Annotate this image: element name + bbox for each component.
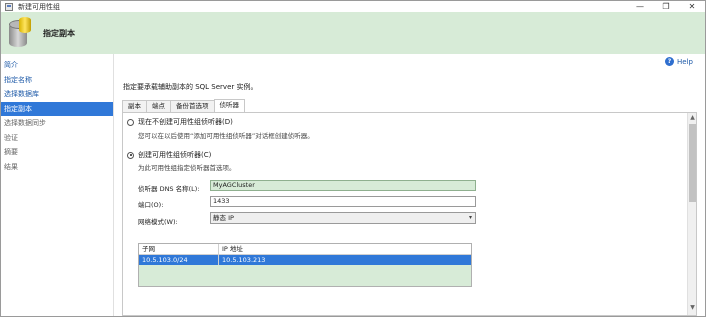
no-listener-option[interactable]: 现在不创建可用性组侦听器(D)	[127, 117, 233, 127]
column-header-ip: IP 地址	[222, 245, 243, 253]
tab-endpoints[interactable]: 端点	[146, 100, 171, 112]
sidebar-item-databases[interactable]: 选择数据库	[1, 87, 113, 102]
scroll-up-icon[interactable]: ▲	[689, 115, 696, 121]
dialog-window: 新建可用性组 — ❐ ✕ 指定副本 简介 指定名称 选择数据库 指定副本 选择数…	[0, 0, 706, 317]
main-content: ? Help 指定要承载辅助副本的 SQL Server 实例。 副本 端点 备…	[115, 54, 705, 316]
scroll-down-icon[interactable]: ▼	[689, 305, 696, 311]
help-icon: ?	[665, 57, 675, 66]
column-header-subnet: 子网	[139, 244, 219, 254]
no-listener-radio[interactable]	[127, 118, 134, 126]
help-label: Help	[677, 57, 693, 66]
listener-panel: 现在不创建可用性组侦听器(D) 您可以在以后使用“添加可用性组侦听器”对话框创建…	[122, 112, 697, 316]
scroll-thumb[interactable]	[689, 124, 696, 202]
ip-address-grid[interactable]: 子网 IP 地址 10.5.103.0/24 10.5.103.213	[138, 243, 472, 287]
page-header: 指定副本	[1, 12, 705, 54]
close-button[interactable]: ✕	[679, 1, 705, 12]
wizard-sidebar: 简介 指定名称 选择数据库 指定副本 选择数据同步 验证 摘要 结果	[1, 54, 114, 316]
sidebar-item-results: 结果	[4, 162, 18, 171]
network-mode-label: 网络模式(W):	[138, 218, 178, 226]
chevron-down-icon: ▾	[468, 214, 472, 221]
network-mode-select[interactable]: 静态 IP ▾	[210, 212, 476, 224]
sidebar-item-intro[interactable]: 简介	[1, 58, 113, 73]
grid-header: 子网 IP 地址	[139, 244, 471, 255]
subnet-cell: 10.5.103.0/24	[139, 255, 219, 265]
create-listener-radio[interactable]	[127, 151, 134, 159]
tab-backup-preferences[interactable]: 备份首选项	[170, 100, 215, 112]
app-icon	[5, 2, 13, 11]
no-listener-label: 现在不创建可用性组侦听器(D)	[138, 118, 233, 126]
page-title: 指定副本	[43, 28, 75, 38]
dns-name-label: 侦听器 DNS 名称(L):	[138, 185, 200, 193]
port-input[interactable]: 1433	[210, 196, 476, 207]
create-listener-label: 创建可用性组侦听器(C)	[138, 151, 212, 159]
instruction-text: 指定要承载辅助副本的 SQL Server 实例。	[123, 83, 258, 91]
table-row[interactable]: 10.5.103.0/24 10.5.103.213	[139, 255, 471, 265]
availability-group-icon	[5, 15, 35, 51]
create-listener-option[interactable]: 创建可用性组侦听器(C)	[127, 150, 211, 160]
window-controls: — ❐ ✕	[627, 1, 705, 12]
panel-scrollbar[interactable]: ▲ ▼	[687, 113, 696, 315]
port-label: 端口(O):	[138, 201, 164, 209]
tab-strip: 副本 端点 备份首选项 侦听器	[122, 99, 245, 112]
ip-cell: 10.5.103.213	[222, 256, 266, 264]
maximize-button[interactable]: ❐	[653, 1, 679, 12]
title-bar: 新建可用性组 — ❐ ✕	[1, 1, 705, 12]
network-mode-value: 静态 IP	[213, 214, 234, 222]
tab-listener[interactable]: 侦听器	[213, 99, 245, 112]
minimize-button[interactable]: —	[627, 1, 653, 12]
sidebar-item-name[interactable]: 指定名称	[1, 73, 113, 88]
tab-replicas[interactable]: 副本	[122, 100, 147, 112]
window-title: 新建可用性组	[18, 2, 60, 11]
sidebar-item-validation: 验证	[4, 133, 18, 142]
create-listener-description: 为此可用性组指定侦听器首选项。	[138, 164, 236, 172]
no-listener-description: 您可以在以后使用“添加可用性组侦听器”对话框创建侦听器。	[138, 132, 314, 140]
dns-name-input[interactable]: MyAGCluster	[210, 180, 476, 191]
sidebar-item-data-sync: 选择数据同步	[4, 119, 46, 127]
help-link[interactable]: ? Help	[665, 57, 693, 66]
sidebar-item-summary: 摘要	[4, 148, 18, 156]
sidebar-item-replicas[interactable]: 指定副本	[1, 101, 113, 116]
